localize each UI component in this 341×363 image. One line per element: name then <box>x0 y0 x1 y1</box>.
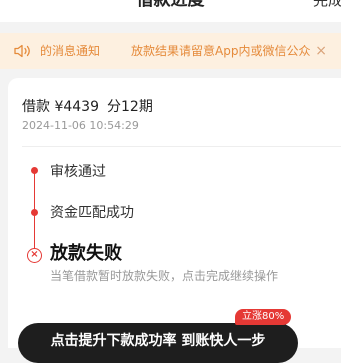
notice-text: 的消息通知 <box>40 44 101 58</box>
loan-amount-value: 借款 ¥4439 <box>22 99 99 115</box>
timeline-dot-approved <box>31 167 38 174</box>
divider <box>22 146 341 147</box>
timeline-step-approved: 审核通过 <box>50 164 106 180</box>
loan-amount: 借款 ¥4439 分12期 <box>22 98 161 116</box>
boost-success-label: 点击提升下款成功率 到账快人一步 <box>50 333 266 349</box>
fail-status-title: 放款失败 <box>50 243 122 264</box>
loan-progress-card: 借款 ¥4439 分12期 2024-11-06 10:54:29 审核通过 资金… <box>8 78 341 348</box>
notice-bar[interactable]: 的消息通知 放款结果请留意App内或微信公众 × <box>0 33 341 69</box>
x-circle-icon: × <box>27 248 42 263</box>
fail-status-description: 当笔借款暂时放款失败，点击完成继续操作 <box>50 269 279 283</box>
notice-text-continued: 放款结果请留意App内或微信公众 <box>131 44 311 58</box>
loan-term: 分12期 <box>107 99 153 115</box>
speaker-icon <box>14 44 30 58</box>
nav-bar: 借款进度 完成 <box>0 0 341 22</box>
close-icon[interactable]: × <box>315 42 327 60</box>
boost-success-button[interactable]: 点击提升下款成功率 到账快人一步 <box>18 323 298 363</box>
boost-badge: 立涨80% <box>235 309 292 325</box>
page-title: 借款进度 <box>136 0 205 10</box>
timeline-dot-matched <box>31 209 38 216</box>
done-button[interactable]: 完成 <box>313 0 341 10</box>
loan-datetime: 2024-11-06 10:54:29 <box>22 119 139 132</box>
timeline-step-matched: 资金匹配成功 <box>50 205 134 221</box>
